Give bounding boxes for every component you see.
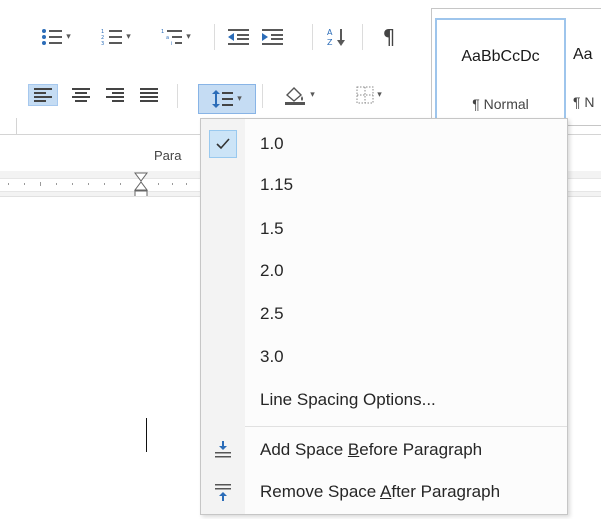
svg-text:1: 1 xyxy=(161,29,164,35)
menu-item-line-spacing-options[interactable]: Line Spacing Options... xyxy=(201,381,567,419)
menu-item-label: 2.0 xyxy=(260,261,284,280)
menu-divider xyxy=(245,426,567,427)
label-prefix: Add Space xyxy=(260,440,348,459)
menu-item-label: Remove Space After Paragraph xyxy=(260,482,500,502)
label-suffix: fter Paragraph xyxy=(391,482,501,501)
divider xyxy=(262,84,263,108)
menu-item-add-space-before[interactable]: Add Space Before Paragraph xyxy=(201,431,567,469)
numbering-icon: 1 2 3 xyxy=(101,29,123,46)
style-name: ¶ N xyxy=(573,94,595,110)
remove-space-after-icon xyxy=(215,484,231,501)
checkmark-slot xyxy=(201,125,245,163)
align-right-button[interactable] xyxy=(100,84,130,106)
decrease-indent-button[interactable] xyxy=(224,26,254,48)
style-sample: AaBbCcDc xyxy=(461,48,540,65)
svg-text:A: A xyxy=(327,28,333,37)
divider xyxy=(362,24,363,50)
multilevel-list-button[interactable]: 1 a i ▾ xyxy=(150,26,202,48)
menu-item-label: 2.5 xyxy=(260,304,284,323)
chevron-down-icon: ▾ xyxy=(237,94,242,104)
align-center-icon xyxy=(72,88,90,102)
style-sample: Aa xyxy=(573,46,593,63)
style-no-spacing-tile[interactable]: Aa ¶ N xyxy=(571,18,601,122)
multilevel-list-icon: 1 a i xyxy=(161,29,183,46)
align-center-button[interactable] xyxy=(66,84,96,106)
increase-indent-icon xyxy=(262,29,283,45)
justify-button[interactable] xyxy=(134,84,164,106)
ribbon-home-tab: ▾ 1 2 3 ▾ 1 a i ▾ A Z ¶ ▾ ▾ ▾ Para AaBbC… xyxy=(0,0,601,163)
divider xyxy=(16,118,17,134)
svg-text:3: 3 xyxy=(101,41,104,46)
borders-icon xyxy=(356,86,374,104)
style-normal-tile[interactable]: AaBbCcDc ¶ Normal xyxy=(435,18,566,122)
menu-item-remove-space-after[interactable]: Remove Space After Paragraph xyxy=(201,473,567,511)
icon-slot xyxy=(201,473,245,511)
bullets-icon xyxy=(42,29,63,45)
sort-button[interactable]: A Z xyxy=(322,26,352,48)
line-spacing-menu: 1.0 1.15 1.5 2.0 2.5 3.0 Line Spacing Op… xyxy=(200,118,568,515)
checkmark-icon xyxy=(209,130,237,158)
chevron-down-icon: ▾ xyxy=(186,32,191,42)
icon-slot xyxy=(201,431,245,469)
label-suffix: efore Paragraph xyxy=(359,440,483,459)
menu-item-label: Add Space Before Paragraph xyxy=(260,440,482,460)
label-prefix: Remove Space xyxy=(260,482,381,501)
decrease-indent-icon xyxy=(228,29,249,45)
paragraph-group-label: Para xyxy=(154,148,182,163)
align-right-icon xyxy=(106,88,124,102)
styles-gallery: AaBbCcDc ¶ Normal Aa ¶ N xyxy=(431,8,601,126)
borders-button[interactable]: ▾ xyxy=(338,84,400,106)
chevron-down-icon: ▾ xyxy=(310,90,315,100)
svg-text:a: a xyxy=(166,35,169,41)
chevron-down-icon: ▾ xyxy=(66,32,71,42)
menu-item-label: Line Spacing Options... xyxy=(260,390,436,409)
menu-item-spacing-2-5[interactable]: 2.5 xyxy=(201,295,567,333)
shading-button[interactable]: ▾ xyxy=(268,84,330,106)
menu-item-spacing-3-0[interactable]: 3.0 xyxy=(201,338,567,376)
divider xyxy=(312,24,313,50)
access-key: A xyxy=(380,482,392,501)
menu-item-label: 1.5 xyxy=(260,219,284,238)
pilcrow-icon: ¶ xyxy=(382,25,396,49)
chevron-down-icon: ▾ xyxy=(126,32,131,42)
menu-item-label: 1.0 xyxy=(260,134,284,153)
bullets-button[interactable]: ▾ xyxy=(30,26,82,48)
line-spacing-icon xyxy=(212,90,234,108)
show-hide-marks-button[interactable]: ¶ xyxy=(374,25,404,49)
menu-item-label: 1.15 xyxy=(260,175,294,194)
line-spacing-button[interactable]: ▾ xyxy=(198,84,256,114)
increase-indent-button[interactable] xyxy=(258,26,288,48)
menu-item-spacing-2-0[interactable]: 2.0 xyxy=(201,252,567,290)
menu-item-spacing-1-5[interactable]: 1.5 xyxy=(201,210,567,248)
text-cursor xyxy=(146,418,147,452)
menu-item-spacing-1-15[interactable]: 1.15 xyxy=(201,166,567,204)
align-left-icon xyxy=(34,88,52,102)
divider xyxy=(214,24,215,50)
access-key: B xyxy=(347,440,360,459)
justify-icon xyxy=(140,88,158,102)
ruler-ticks xyxy=(0,182,200,187)
style-name: ¶ Normal xyxy=(472,96,529,112)
chevron-down-icon: ▾ xyxy=(377,90,382,100)
paint-bucket-icon xyxy=(285,87,306,105)
sort-az-icon: A Z xyxy=(327,28,345,47)
numbering-button[interactable]: 1 2 3 ▾ xyxy=(90,26,142,48)
svg-text:i: i xyxy=(171,41,172,46)
divider xyxy=(177,84,178,108)
menu-item-spacing-1-0[interactable]: 1.0 xyxy=(201,125,567,163)
menu-item-label: 3.0 xyxy=(260,347,284,366)
svg-text:Z: Z xyxy=(327,38,333,47)
add-space-before-icon xyxy=(215,441,231,458)
align-left-button[interactable] xyxy=(28,84,58,106)
